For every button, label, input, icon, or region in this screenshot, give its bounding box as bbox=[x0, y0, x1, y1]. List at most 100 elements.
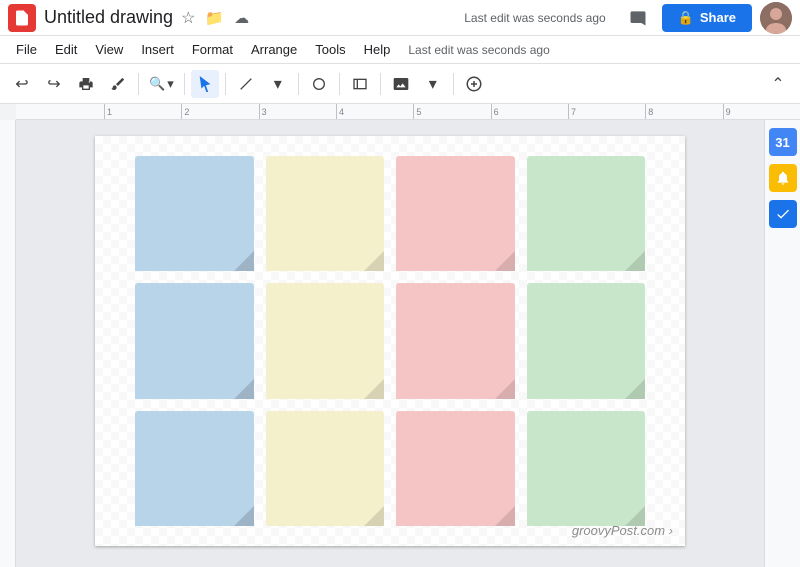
sep6 bbox=[380, 73, 381, 95]
sticky-note-6[interactable] bbox=[266, 283, 385, 398]
sticky-note-11[interactable] bbox=[396, 411, 515, 526]
note-body-4 bbox=[527, 156, 646, 271]
note-corner-9 bbox=[234, 506, 254, 526]
ruler-mark-6: 6 bbox=[491, 104, 568, 119]
image-tool[interactable] bbox=[387, 70, 415, 98]
right-sidebar: 31 bbox=[764, 120, 800, 567]
note-corner-4 bbox=[625, 251, 645, 271]
line-tool[interactable] bbox=[232, 70, 260, 98]
share-button[interactable]: 🔒 Share bbox=[662, 4, 752, 32]
ruler-mark-4: 4 bbox=[336, 104, 413, 119]
menu-bar: File Edit View Insert Format Arrange Too… bbox=[0, 36, 800, 64]
note-corner-8 bbox=[625, 379, 645, 399]
folder-icon[interactable]: 📁 bbox=[205, 9, 224, 27]
note-corner-2 bbox=[364, 251, 384, 271]
last-edit-menu: Last edit was seconds ago bbox=[408, 43, 549, 57]
zoom-chevron: ▾ bbox=[167, 76, 174, 92]
star-icon[interactable]: ☆ bbox=[181, 8, 195, 28]
ruler-marks: 1 2 3 4 5 6 7 8 9 bbox=[16, 104, 800, 119]
sticky-note-1[interactable] bbox=[135, 156, 254, 271]
canvas-wrapper[interactable]: groovyPost.com › bbox=[16, 120, 764, 567]
sticky-note-7[interactable] bbox=[396, 283, 515, 398]
note-corner-5 bbox=[234, 379, 254, 399]
zoom-value: 🔍 bbox=[149, 76, 165, 92]
note-body-7 bbox=[396, 283, 515, 398]
note-body-10 bbox=[266, 411, 385, 526]
sep4 bbox=[298, 73, 299, 95]
menu-insert[interactable]: Insert bbox=[133, 40, 182, 59]
sticky-note-9[interactable] bbox=[135, 411, 254, 526]
sticky-note-2[interactable] bbox=[266, 156, 385, 271]
ruler: 1 2 3 4 5 6 7 8 9 bbox=[16, 104, 800, 120]
menu-file[interactable]: File bbox=[8, 40, 45, 59]
note-corner-1 bbox=[234, 251, 254, 271]
note-body-3 bbox=[396, 156, 515, 271]
note-corner-7 bbox=[495, 379, 515, 399]
share-label: Share bbox=[700, 10, 736, 25]
title-right: Last edit was seconds ago 🔒 Share bbox=[464, 2, 792, 34]
ruler-mark-7: 7 bbox=[568, 104, 645, 119]
comment-button[interactable] bbox=[622, 2, 654, 34]
textbox-tool[interactable] bbox=[346, 70, 374, 98]
doc-title[interactable]: Untitled drawing bbox=[44, 7, 173, 28]
sticky-note-8[interactable] bbox=[527, 283, 646, 398]
canvas-area: groovyPost.com › 31 bbox=[0, 120, 800, 567]
note-body-8 bbox=[527, 283, 646, 398]
note-body-1 bbox=[135, 156, 254, 271]
sep7 bbox=[453, 73, 454, 95]
note-corner-6 bbox=[364, 379, 384, 399]
drawing-canvas[interactable]: groovyPost.com › bbox=[95, 136, 685, 546]
note-body-2 bbox=[266, 156, 385, 271]
ruler-mark-1: 1 bbox=[104, 104, 181, 119]
shape-tool[interactable] bbox=[305, 70, 333, 98]
left-ruler bbox=[0, 120, 16, 567]
select-tool[interactable] bbox=[191, 70, 219, 98]
sidebar-number-icon[interactable]: 31 bbox=[769, 128, 797, 156]
menu-help[interactable]: Help bbox=[356, 40, 399, 59]
watermark: groovyPost.com › bbox=[572, 523, 673, 538]
sticky-note-12[interactable] bbox=[527, 411, 646, 526]
menu-view[interactable]: View bbox=[87, 40, 131, 59]
sticky-note-4[interactable] bbox=[527, 156, 646, 271]
note-corner-10 bbox=[364, 506, 384, 526]
ruler-mark-2: 2 bbox=[181, 104, 258, 119]
sticky-note-5[interactable] bbox=[135, 283, 254, 398]
collapse-toolbar-button[interactable]: ⌃ bbox=[764, 70, 792, 98]
print-button[interactable] bbox=[72, 70, 100, 98]
sticky-note-3[interactable] bbox=[396, 156, 515, 271]
sep2 bbox=[184, 73, 185, 95]
toolbar: ↩ ↪ 🔍 ▾ ▾ ▾ ⌃ bbox=[0, 64, 800, 104]
cloud-icon[interactable]: ☁ bbox=[234, 9, 249, 27]
sidebar-notification-icon[interactable] bbox=[769, 164, 797, 192]
menu-format[interactable]: Format bbox=[184, 40, 241, 59]
sidebar-check-icon[interactable] bbox=[769, 200, 797, 228]
menu-arrange[interactable]: Arrange bbox=[243, 40, 305, 59]
menu-tools[interactable]: Tools bbox=[307, 40, 353, 59]
note-corner-3 bbox=[495, 251, 515, 271]
zoom-dropdown[interactable]: 🔍 ▾ bbox=[145, 74, 178, 94]
menu-edit[interactable]: Edit bbox=[47, 40, 85, 59]
undo-button[interactable]: ↩ bbox=[8, 70, 36, 98]
image-chevron[interactable]: ▾ bbox=[419, 70, 447, 98]
paint-format-button[interactable] bbox=[104, 70, 132, 98]
share-lock-icon: 🔒 bbox=[678, 10, 694, 26]
canvas-inner: groovyPost.com › bbox=[95, 136, 685, 546]
ruler-mark-9: 9 bbox=[723, 104, 800, 119]
title-icons: ☆ 📁 ☁ bbox=[181, 8, 249, 28]
ruler-mark-8: 8 bbox=[645, 104, 722, 119]
redo-button[interactable]: ↪ bbox=[40, 70, 68, 98]
sep5 bbox=[339, 73, 340, 95]
sticky-note-10[interactable] bbox=[266, 411, 385, 526]
sep3 bbox=[225, 73, 226, 95]
line-chevron[interactable]: ▾ bbox=[264, 70, 292, 98]
ruler-mark-3: 3 bbox=[259, 104, 336, 119]
user-avatar[interactable] bbox=[760, 2, 792, 34]
note-corner-11 bbox=[495, 506, 515, 526]
last-edit-text: Last edit was seconds ago bbox=[464, 11, 605, 25]
note-body-6 bbox=[266, 283, 385, 398]
insert-tool[interactable] bbox=[460, 70, 488, 98]
toolbar-right: ⌃ bbox=[764, 70, 792, 98]
title-bar: Untitled drawing ☆ 📁 ☁ Last edit was sec… bbox=[0, 0, 800, 36]
notes-grid bbox=[135, 156, 645, 526]
app-logo bbox=[8, 4, 36, 32]
